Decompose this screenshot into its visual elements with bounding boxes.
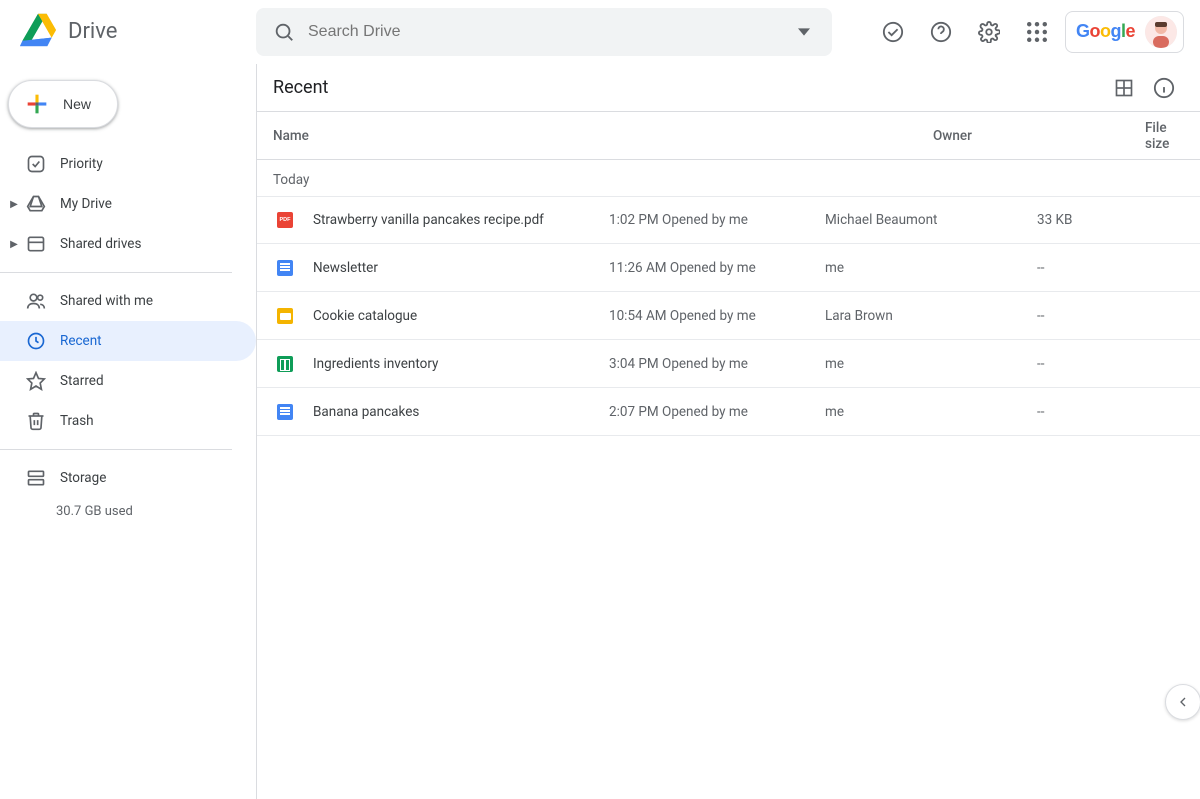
sidebar-item-storage[interactable]: Storage	[0, 458, 256, 498]
search-bar[interactable]	[256, 8, 832, 56]
expand-icon[interactable]: ▶	[4, 199, 24, 210]
file-owner: me	[825, 404, 1037, 420]
new-button[interactable]: New	[8, 80, 118, 128]
sidebar-item-priority[interactable]: Priority	[0, 144, 256, 184]
section-label: Today	[257, 160, 1200, 196]
header: Drive Google	[0, 0, 1200, 64]
sheets-file-icon	[273, 352, 297, 376]
column-headers: Name Owner File size	[257, 112, 1200, 160]
apps-grid-icon[interactable]	[1017, 12, 1057, 52]
trash-icon	[24, 409, 48, 433]
storage-icon	[24, 466, 48, 490]
clock-icon	[24, 329, 48, 353]
col-header-name[interactable]: Name	[273, 128, 933, 144]
page-title: Recent	[273, 77, 1104, 98]
file-owner: Lara Brown	[825, 308, 1037, 324]
file-name: Cookie catalogue	[313, 308, 417, 324]
file-opened: 10:54 AM Opened by me	[609, 308, 825, 324]
drive-logo-icon	[20, 12, 56, 52]
expand-icon[interactable]: ▶	[4, 239, 24, 250]
sidebar-item-recent[interactable]: Recent	[0, 321, 256, 361]
settings-gear-icon[interactable]	[969, 12, 1009, 52]
file-size: --	[1037, 404, 1184, 420]
layout-toggle-icon[interactable]	[1104, 68, 1144, 108]
file-owner: me	[825, 356, 1037, 372]
file-opened: 2:07 PM Opened by me	[609, 404, 825, 420]
shared-drives-icon	[24, 232, 48, 256]
people-icon	[24, 289, 48, 313]
file-name: Strawberry vanilla pancakes recipe.pdf	[313, 212, 544, 228]
file-owner: me	[825, 260, 1037, 276]
sidebar-item-shared-with-me[interactable]: Shared with me	[0, 281, 256, 321]
search-options-dropdown-icon[interactable]	[784, 12, 824, 52]
file-name: Banana pancakes	[313, 404, 419, 420]
main-content: Recent Name Owner File size Today Strawb…	[256, 64, 1200, 799]
file-owner: Michael Beaumont	[825, 212, 1037, 228]
plus-icon	[23, 90, 51, 118]
file-row[interactable]: Newsletter 11:26 AM Opened by me me --	[257, 244, 1200, 292]
file-name: Newsletter	[313, 260, 378, 276]
offline-status-icon[interactable]	[873, 12, 913, 52]
new-button-label: New	[63, 96, 91, 112]
search-input[interactable]	[304, 23, 784, 41]
docs-file-icon	[273, 256, 297, 280]
help-icon[interactable]	[921, 12, 961, 52]
account-switcher[interactable]: Google	[1065, 11, 1184, 53]
star-icon	[24, 369, 48, 393]
file-size: --	[1037, 260, 1184, 276]
col-header-size[interactable]: File size	[1145, 120, 1184, 152]
file-row[interactable]: Cookie catalogue 10:54 AM Opened by me L…	[257, 292, 1200, 340]
search-icon[interactable]	[264, 12, 304, 52]
file-opened: 1:02 PM Opened by me	[609, 212, 825, 228]
sidebar-item-starred[interactable]: Starred	[0, 361, 256, 401]
col-header-owner[interactable]: Owner	[933, 128, 1145, 144]
avatar	[1145, 16, 1177, 48]
slides-file-icon	[273, 304, 297, 328]
file-row[interactable]: Ingredients inventory 3:04 PM Opened by …	[257, 340, 1200, 388]
file-size: --	[1037, 308, 1184, 324]
file-size: 33 KB	[1037, 212, 1184, 228]
google-logo-text: Google	[1076, 21, 1135, 42]
file-opened: 11:26 AM Opened by me	[609, 260, 825, 276]
sidebar: New Priority ▶ My Drive ▶ Shared drives	[0, 64, 256, 799]
sidebar-item-my-drive[interactable]: ▶ My Drive	[0, 184, 256, 224]
sidebar-item-trash[interactable]: Trash	[0, 401, 256, 441]
file-list: Strawberry vanilla pancakes recipe.pdf 1…	[257, 196, 1200, 436]
drive-logo[interactable]: Drive	[8, 12, 256, 52]
file-row[interactable]: Strawberry vanilla pancakes recipe.pdf 1…	[257, 196, 1200, 244]
side-panel-toggle[interactable]	[1165, 684, 1200, 720]
file-row[interactable]: Banana pancakes 2:07 PM Opened by me me …	[257, 388, 1200, 436]
sidebar-item-shared-drives[interactable]: ▶ Shared drives	[0, 224, 256, 264]
app-name: Drive	[68, 19, 117, 44]
file-size: --	[1037, 356, 1184, 372]
file-opened: 3:04 PM Opened by me	[609, 356, 825, 372]
my-drive-icon	[24, 192, 48, 216]
priority-icon	[24, 152, 48, 176]
pdf-file-icon	[273, 208, 297, 232]
details-info-icon[interactable]	[1144, 68, 1184, 108]
storage-used-text: 30.7 GB used	[0, 504, 256, 519]
file-name: Ingredients inventory	[313, 356, 438, 372]
docs-file-icon	[273, 400, 297, 424]
